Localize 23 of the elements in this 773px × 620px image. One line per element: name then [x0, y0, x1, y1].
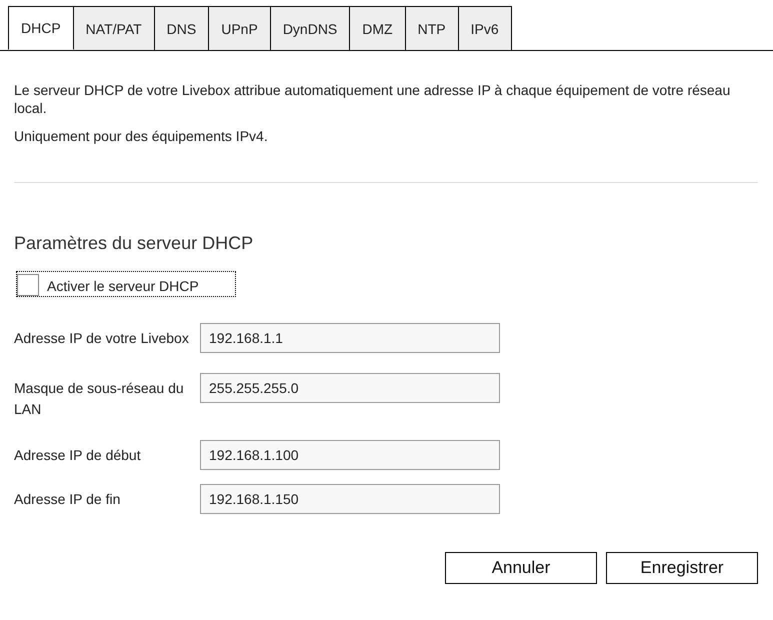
- input-field[interactable]: 255.255.255.0: [200, 373, 500, 403]
- field-label: Adresse IP de fin: [14, 490, 122, 509]
- checkbox[interactable]: [17, 274, 39, 296]
- input-field[interactable]: 192.168.1.1: [200, 323, 500, 353]
- description-text: Le serveur DHCP de votre Livebox attribue automatiquement une adresse IP à chaque équipement de votre réseau local.: [14, 81, 732, 117]
- tab[interactable]: DynDNS: [270, 6, 350, 50]
- tab[interactable]: DMZ: [350, 6, 406, 50]
- field-label: Adresse IP de votre Livebox: [14, 329, 190, 348]
- tab[interactable]: DHCP: [8, 6, 74, 50]
- tab[interactable]: NAT/PAT: [74, 6, 155, 50]
- input-field[interactable]: 192.168.1.100: [200, 440, 500, 470]
- tab[interactable]: NTP: [406, 6, 459, 50]
- cancel-button[interactable]: Annuler: [445, 552, 597, 584]
- description-text: Uniquement pour des équipements IPv4.: [14, 127, 269, 145]
- section-title: Paramètres du serveur DHCP: [14, 233, 254, 254]
- tab[interactable]: DNS: [154, 6, 210, 50]
- field-label: Masque de sous-réseau du LAN: [14, 379, 185, 419]
- field-label: Adresse IP de début: [14, 446, 142, 465]
- input-field[interactable]: 192.168.1.150: [200, 484, 500, 514]
- tab[interactable]: UPnP: [209, 6, 271, 50]
- tab[interactable]: IPv6: [458, 6, 512, 50]
- save-button[interactable]: Enregistrer: [606, 552, 758, 584]
- checkbox-label[interactable]: Activer le serveur DHCP: [47, 278, 199, 294]
